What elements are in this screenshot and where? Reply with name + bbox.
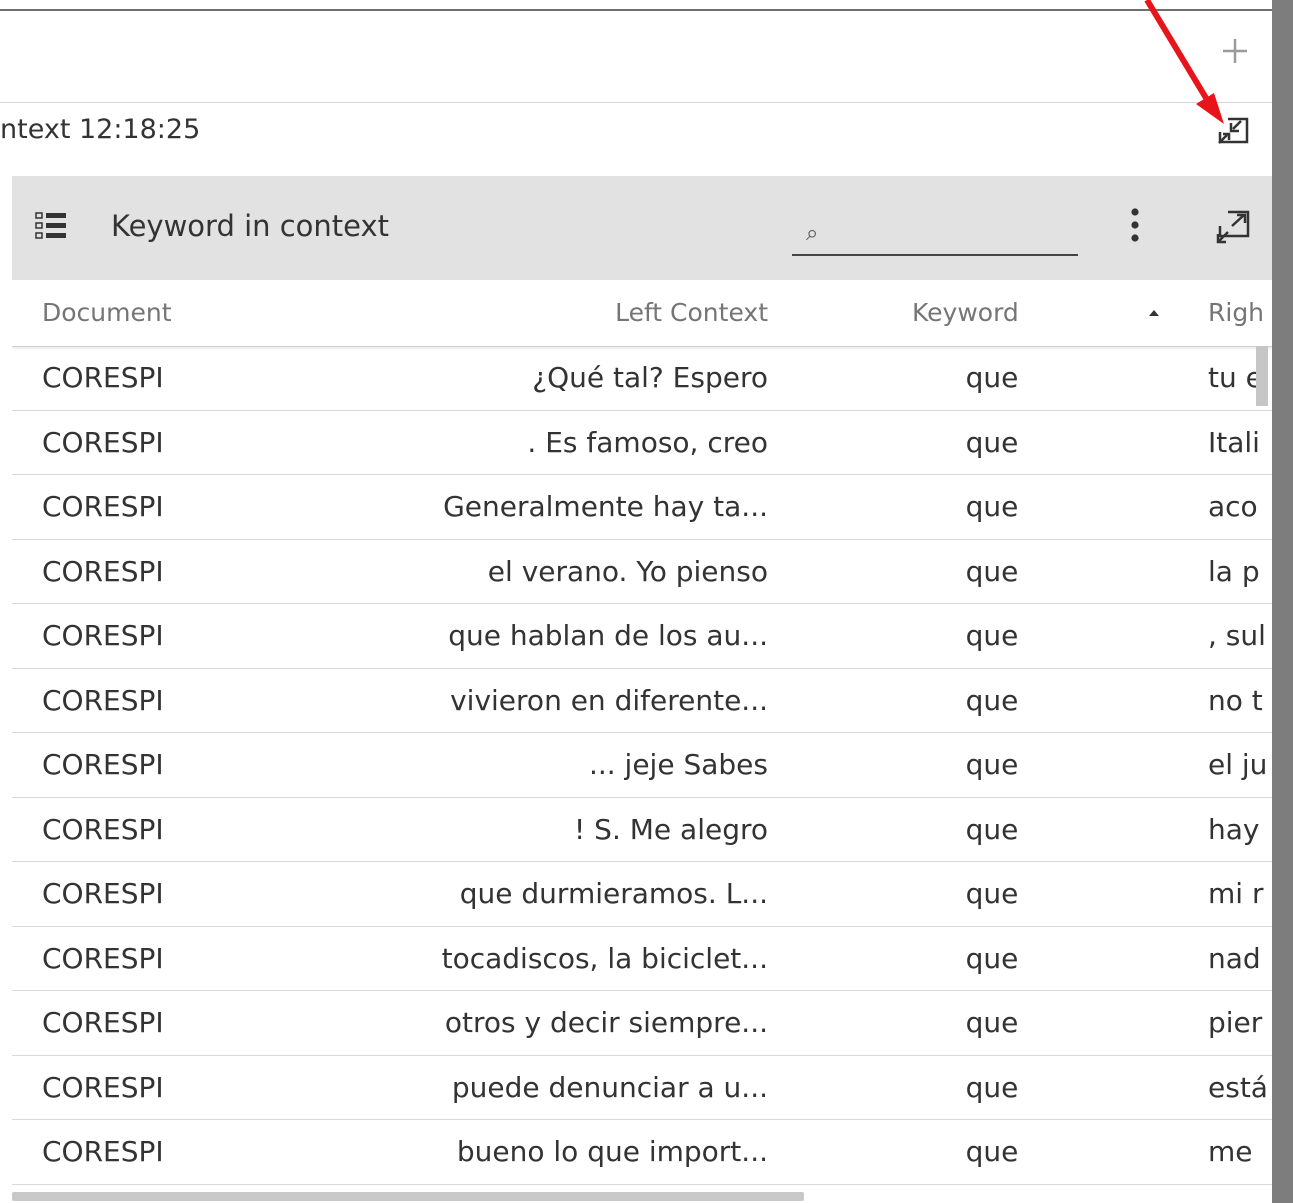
cell-left-context: ! S. Me alegro bbox=[574, 812, 768, 846]
cell-keyword: que bbox=[965, 1070, 1019, 1104]
cell-right-context: Itali bbox=[1208, 425, 1260, 459]
column-header-keyword[interactable]: Keyword bbox=[912, 280, 1042, 346]
table-row[interactable]: CORESPI que hablan de los au... que , sul bbox=[12, 604, 1272, 669]
cell-left-context: que hablan de los au... bbox=[448, 619, 768, 652]
cell-left-context: el verano. Yo pienso bbox=[487, 554, 768, 588]
cell-left-context: bueno lo que import... bbox=[456, 1135, 768, 1168]
table-body: CORESPI ¿Qué tal? Espero que tu e CORESPI. E… bbox=[12, 346, 1272, 1185]
cell-right-context: el ju bbox=[1208, 748, 1268, 781]
cell-right-context: , sul bbox=[1208, 619, 1266, 652]
cell-document: CORESPI bbox=[42, 490, 164, 523]
panel-header: Keyword in context ⌕ bbox=[12, 176, 1272, 280]
table-row[interactable]: CORESPI . Es famoso, creo que Itali bbox=[12, 411, 1272, 475]
cell-left-context: ¿Qué tal? Espero bbox=[532, 361, 768, 394]
cell-right-context: me bbox=[1208, 1135, 1253, 1168]
list-icon[interactable] bbox=[34, 209, 68, 243]
table-row[interactable]: CORESPI que durmieramos. L... que mi r bbox=[12, 862, 1272, 927]
cell-right-context: está bbox=[1208, 1070, 1268, 1104]
column-header-document[interactable]: Document bbox=[42, 280, 172, 346]
table-row[interactable]: CORESPI Generalmente hay ta... que aco bbox=[12, 475, 1272, 540]
cell-document: CORESPI bbox=[42, 554, 164, 588]
cell-right-context: la p bbox=[1208, 554, 1260, 588]
table-row[interactable]: CORESPI ... jeje Sabes que el ju bbox=[12, 733, 1272, 798]
cell-left-context: puede denunciar a u... bbox=[451, 1070, 768, 1104]
cell-right-context: mi r bbox=[1208, 877, 1264, 910]
plus-icon bbox=[1223, 39, 1247, 63]
cell-keyword: que bbox=[965, 748, 1019, 781]
table-row[interactable]: CORESPI tocadiscos, la biciclet... que nad bbox=[12, 927, 1272, 991]
table-row[interactable]: CORESPI puede denunciar a u... que está bbox=[12, 1056, 1272, 1120]
horizontal-scrollbar[interactable] bbox=[12, 1192, 804, 1201]
cell-document: CORESPI bbox=[42, 1006, 164, 1039]
add-tab-button[interactable] bbox=[1218, 34, 1252, 68]
column-header-right-context[interactable]: Righ bbox=[1208, 280, 1264, 346]
cell-document: CORESPI bbox=[42, 425, 164, 459]
table-row[interactable]: CORESPI el verano. Yo pienso que la p bbox=[12, 540, 1272, 604]
tab-divider bbox=[0, 102, 1272, 103]
cell-keyword: que bbox=[965, 425, 1019, 459]
expand-window-icon bbox=[1216, 210, 1250, 244]
table-scroll-thumb[interactable] bbox=[1256, 346, 1268, 406]
restore-window-button[interactable] bbox=[1214, 112, 1254, 148]
cell-left-context: vivieron en diferente... bbox=[450, 683, 768, 717]
more-options-button[interactable] bbox=[1120, 204, 1150, 248]
table-header: Document Left Context Keyword Righ bbox=[12, 280, 1272, 347]
cell-left-context: ... jeje Sabes bbox=[588, 748, 768, 781]
cell-document: CORESPI bbox=[42, 812, 164, 846]
cell-left-context: otros y decir siempre... bbox=[444, 1006, 768, 1039]
vertical-scrollbar[interactable] bbox=[1272, 0, 1293, 1203]
cell-keyword: que bbox=[965, 619, 1019, 652]
tab-title[interactable]: ntext 12:18:25 bbox=[0, 112, 200, 148]
panel-title: Keyword in context bbox=[111, 209, 390, 243]
cell-keyword: que bbox=[965, 490, 1019, 523]
search-input[interactable] bbox=[832, 216, 1076, 250]
cell-right-context: aco bbox=[1208, 490, 1258, 523]
cell-keyword: que bbox=[965, 361, 1019, 394]
table-row[interactable]: CORESPI ¿Qué tal? Espero que tu e bbox=[12, 346, 1272, 411]
more-vertical-icon bbox=[1131, 208, 1139, 242]
cell-right-context: pier bbox=[1208, 1006, 1263, 1039]
cell-document: CORESPI bbox=[42, 1135, 164, 1168]
cell-keyword: que bbox=[965, 554, 1019, 588]
cell-keyword: que bbox=[965, 877, 1019, 910]
cell-document: CORESPI bbox=[42, 877, 164, 910]
cell-left-context: que durmieramos. L... bbox=[459, 877, 768, 910]
expand-panel-button[interactable] bbox=[1214, 208, 1252, 246]
cell-keyword: que bbox=[965, 1006, 1019, 1039]
search-icon: ⌕ bbox=[806, 221, 819, 246]
cell-left-context: tocadiscos, la biciclet... bbox=[441, 941, 768, 975]
cell-document: CORESPI bbox=[42, 941, 164, 975]
cell-document: CORESPI bbox=[42, 683, 164, 717]
sort-ascending-icon[interactable] bbox=[1146, 304, 1162, 316]
cell-keyword: que bbox=[965, 1135, 1019, 1168]
table-row[interactable]: CORESPI otros y decir siempre... que pier bbox=[12, 991, 1272, 1056]
cell-left-context: . Es famoso, creo bbox=[527, 425, 768, 459]
cell-right-context: nad bbox=[1208, 941, 1261, 975]
table-row[interactable]: CORESPI vivieron en diferente... que no t bbox=[12, 669, 1272, 733]
top-divider bbox=[0, 9, 1272, 11]
cell-left-context: Generalmente hay ta... bbox=[443, 490, 768, 523]
cell-document: CORESPI bbox=[42, 361, 164, 394]
cell-right-context: no t bbox=[1208, 683, 1263, 717]
table-row[interactable]: CORESPI bueno lo que import... que me bbox=[12, 1120, 1272, 1185]
table-row[interactable]: CORESPI ! S. Me alegro que hay bbox=[12, 798, 1272, 862]
kwic-table: Document Left Context Keyword Righ CORES… bbox=[12, 280, 1272, 1190]
minimize-window-icon bbox=[1218, 117, 1249, 144]
cell-keyword: que bbox=[965, 683, 1019, 717]
cell-keyword: que bbox=[965, 812, 1019, 846]
column-header-left-context[interactable]: Left Context bbox=[432, 280, 768, 346]
cell-document: CORESPI bbox=[42, 619, 164, 652]
cell-document: CORESPI bbox=[42, 748, 164, 781]
cell-document: CORESPI bbox=[42, 1070, 164, 1104]
search-box[interactable]: ⌕ bbox=[792, 206, 1078, 256]
cell-right-context: hay bbox=[1208, 812, 1260, 846]
cell-keyword: que bbox=[965, 941, 1019, 975]
